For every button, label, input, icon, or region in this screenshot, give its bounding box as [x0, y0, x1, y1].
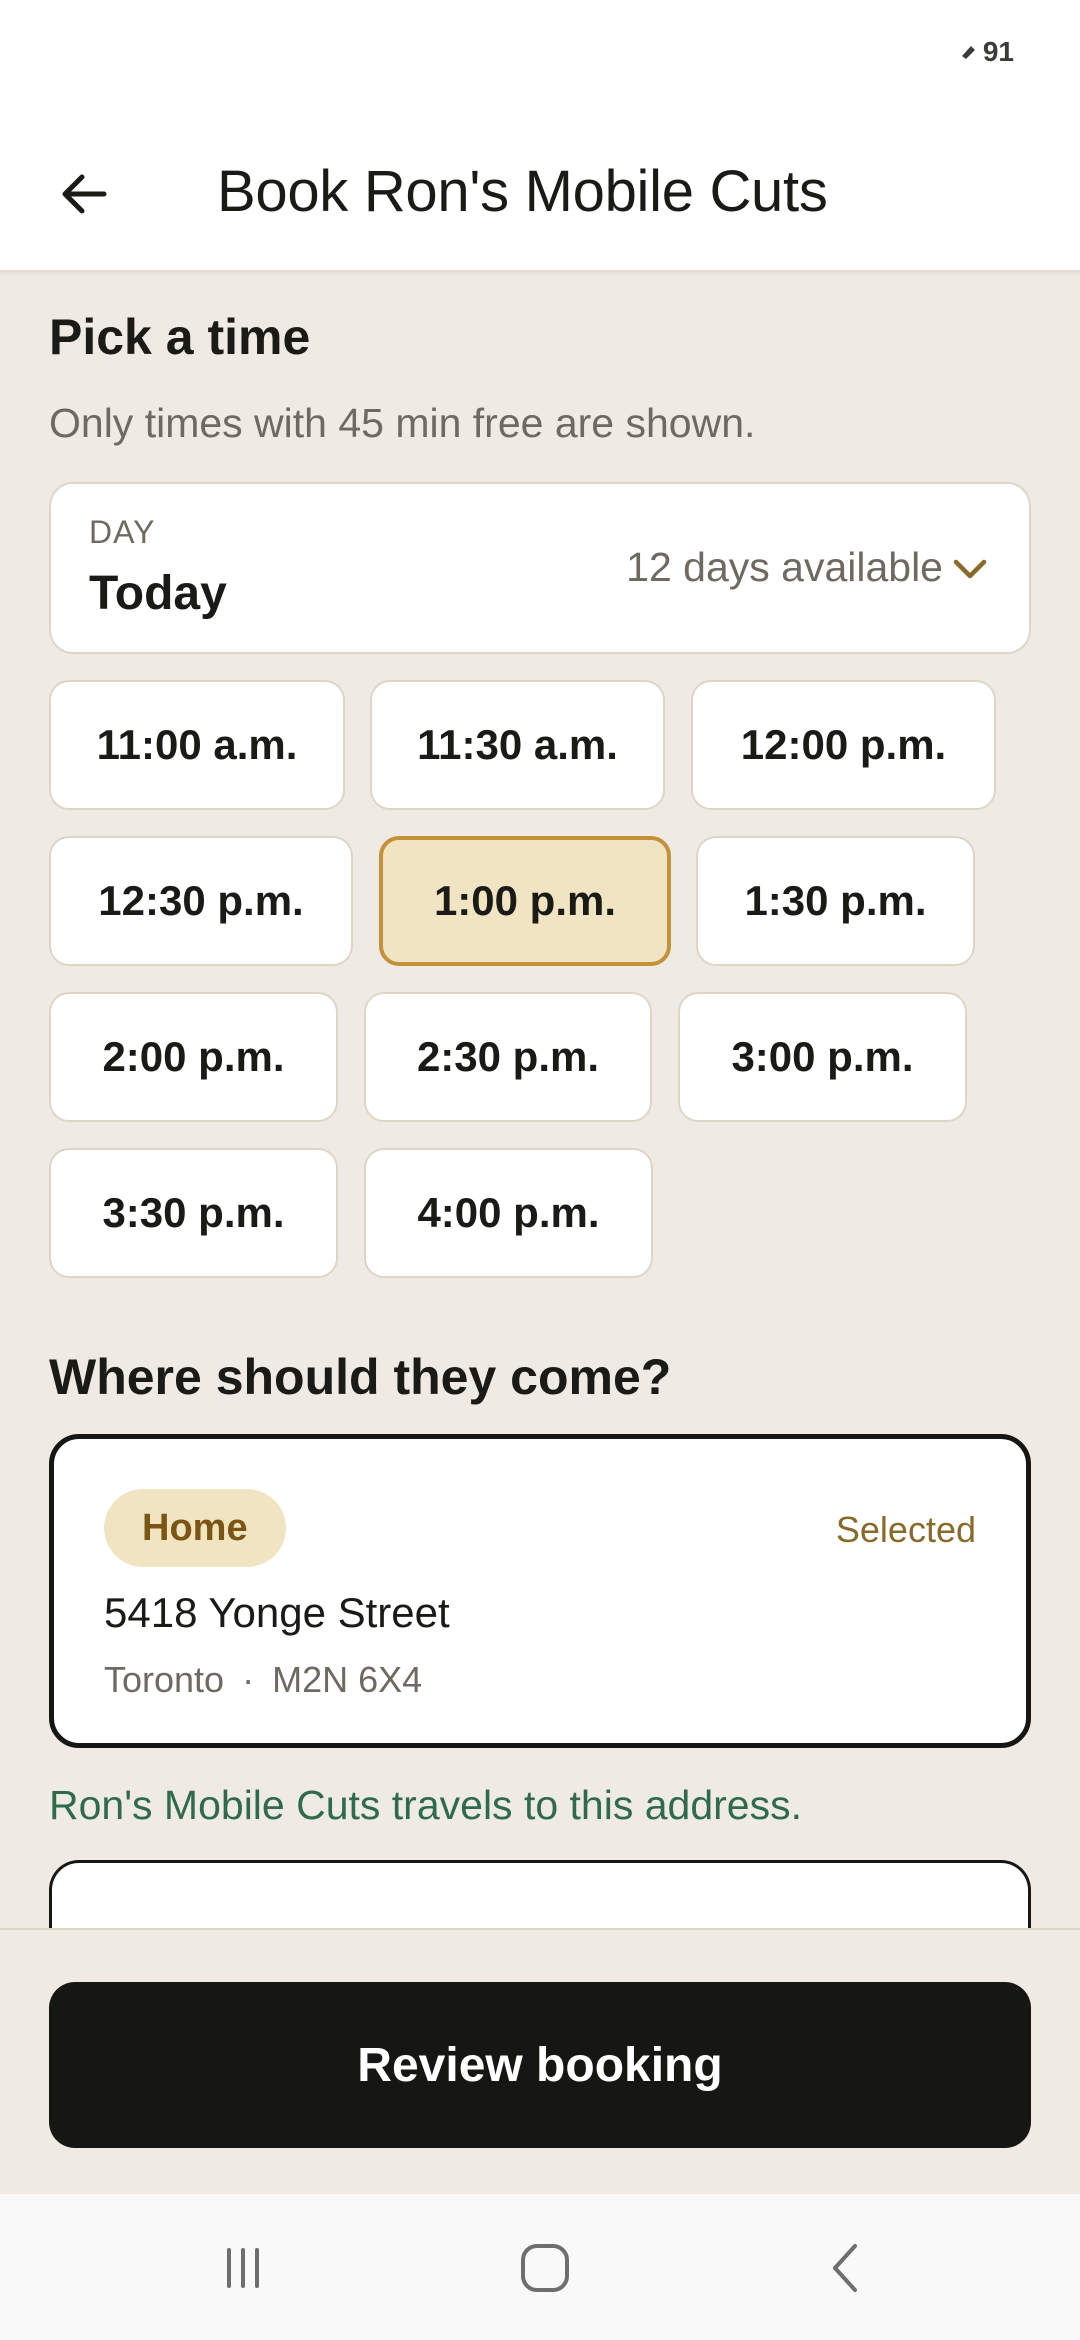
system-nav-bar [0, 2194, 1080, 2340]
time-slot[interactable]: 11:30 a.m. [370, 680, 665, 810]
time-slot[interactable]: 12:30 p.m. [49, 836, 353, 966]
review-booking-button[interactable]: Review booking [49, 1982, 1031, 2148]
time-slot[interactable]: 3:00 p.m. [678, 992, 967, 1122]
home-button[interactable] [500, 2230, 590, 2306]
booking-screen: 91 Book Ron's Mobile Cuts Pick a time On… [0, 0, 1080, 2340]
page-title: Book Ron's Mobile Cuts [217, 159, 828, 224]
postal-code: M2N 6X4 [272, 1659, 423, 1700]
day-value: Today [89, 567, 227, 620]
battery-icon [961, 46, 975, 59]
nav-back-button[interactable] [802, 2230, 892, 2306]
booking-form[interactable]: Pick a time Only times with 45 min free … [0, 272, 1080, 1928]
time-slot[interactable]: 3:30 p.m. [49, 1148, 338, 1278]
recents-button[interactable] [198, 2230, 288, 2306]
time-slot-selected[interactable]: 1:00 p.m. [379, 836, 671, 966]
home-icon [521, 2244, 569, 2292]
back-button[interactable] [44, 154, 124, 234]
time-slot[interactable]: 2:30 p.m. [364, 992, 652, 1122]
time-slot[interactable]: 11:00 a.m. [49, 680, 345, 810]
time-slot[interactable]: 12:00 p.m. [691, 680, 996, 810]
pick-time-heading: Pick a time [49, 309, 311, 365]
city-postal: Toronto · M2N 6X4 [104, 1659, 422, 1701]
status-bar: 91 [0, 0, 1080, 110]
day-label: DAY [89, 514, 156, 550]
separator-dot: · [242, 1659, 255, 1700]
day-picker[interactable]: DAY Today 12 days available [49, 482, 1031, 654]
location-heading: Where should they come? [49, 1349, 672, 1405]
battery-indicator: 91 [959, 36, 1014, 68]
address-card-home[interactable]: Home Selected 5418 Yonge Street Toronto … [49, 1434, 1031, 1748]
travel-note: Ron's Mobile Cuts travels to this addres… [49, 1782, 802, 1828]
nav-back-icon [833, 2244, 857, 2292]
days-available: 12 days available [626, 544, 943, 590]
time-slot[interactable]: 4:00 p.m. [364, 1148, 653, 1278]
bottom-action-bar: Review booking [0, 1928, 1080, 2194]
app-bar: Book Ron's Mobile Cuts [0, 110, 1080, 272]
chevron-down-icon [953, 559, 987, 579]
street-address: 5418 Yonge Street [104, 1589, 450, 1636]
address-badge: Home [104, 1489, 286, 1567]
arrow-left-icon [62, 174, 107, 214]
recents-icon [227, 2248, 259, 2288]
address-card-next[interactable] [49, 1860, 1031, 1928]
time-slot[interactable]: 1:30 p.m. [696, 836, 975, 966]
time-slot[interactable]: 2:00 p.m. [49, 992, 338, 1122]
availability-note: Only times with 45 min free are shown. [49, 400, 756, 446]
battery-level: 91 [982, 36, 1014, 67]
city: Toronto [104, 1659, 225, 1700]
selected-label: Selected [835, 1509, 976, 1550]
